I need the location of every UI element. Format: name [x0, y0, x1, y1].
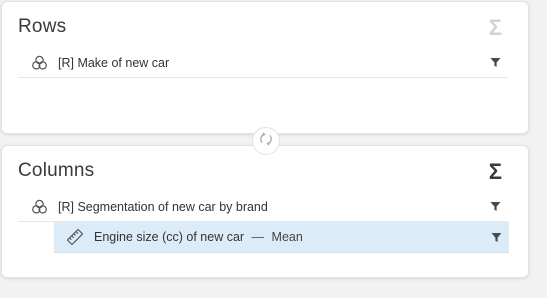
pivot-config: Rows Σ [R] Make of new car Columns Σ [R]… — [0, 0, 547, 298]
venn-icon — [30, 198, 48, 216]
columns-item-label: [R] Segmentation of new car by brand — [58, 199, 268, 214]
columns-sigma-toggle[interactable]: Σ — [489, 160, 502, 184]
filter-icon[interactable] — [489, 230, 503, 244]
rows-item-make[interactable]: [R] Make of new car — [18, 48, 508, 78]
columns-item-segmentation[interactable]: [R] Segmentation of new car by brand — [18, 192, 508, 222]
rows-panel: Rows Σ [R] Make of new car — [1, 1, 529, 134]
swap-rows-columns-button[interactable] — [252, 127, 280, 155]
measure-separator: — — [251, 230, 265, 244]
columns-measure-engine-size[interactable]: Engine size (cc) of new car — Mean — [54, 222, 509, 253]
measure-label: Engine size (cc) of new car — [94, 230, 245, 244]
rows-sigma-toggle[interactable]: Σ — [489, 16, 502, 40]
filter-icon[interactable] — [488, 200, 502, 214]
filter-icon[interactable] — [488, 56, 502, 70]
swap-icon — [258, 131, 274, 152]
ruler-icon — [66, 228, 84, 246]
measure-aggregation: Mean — [271, 230, 303, 244]
rows-title: Rows — [18, 16, 67, 37]
columns-panel: Columns Σ [R] Segmentation of new car by… — [1, 145, 529, 278]
columns-title: Columns — [18, 160, 95, 181]
measure-label-group: Engine size (cc) of new car — Mean — [94, 230, 489, 244]
rows-item-label: [R] Make of new car — [58, 55, 170, 70]
venn-icon — [30, 54, 48, 72]
